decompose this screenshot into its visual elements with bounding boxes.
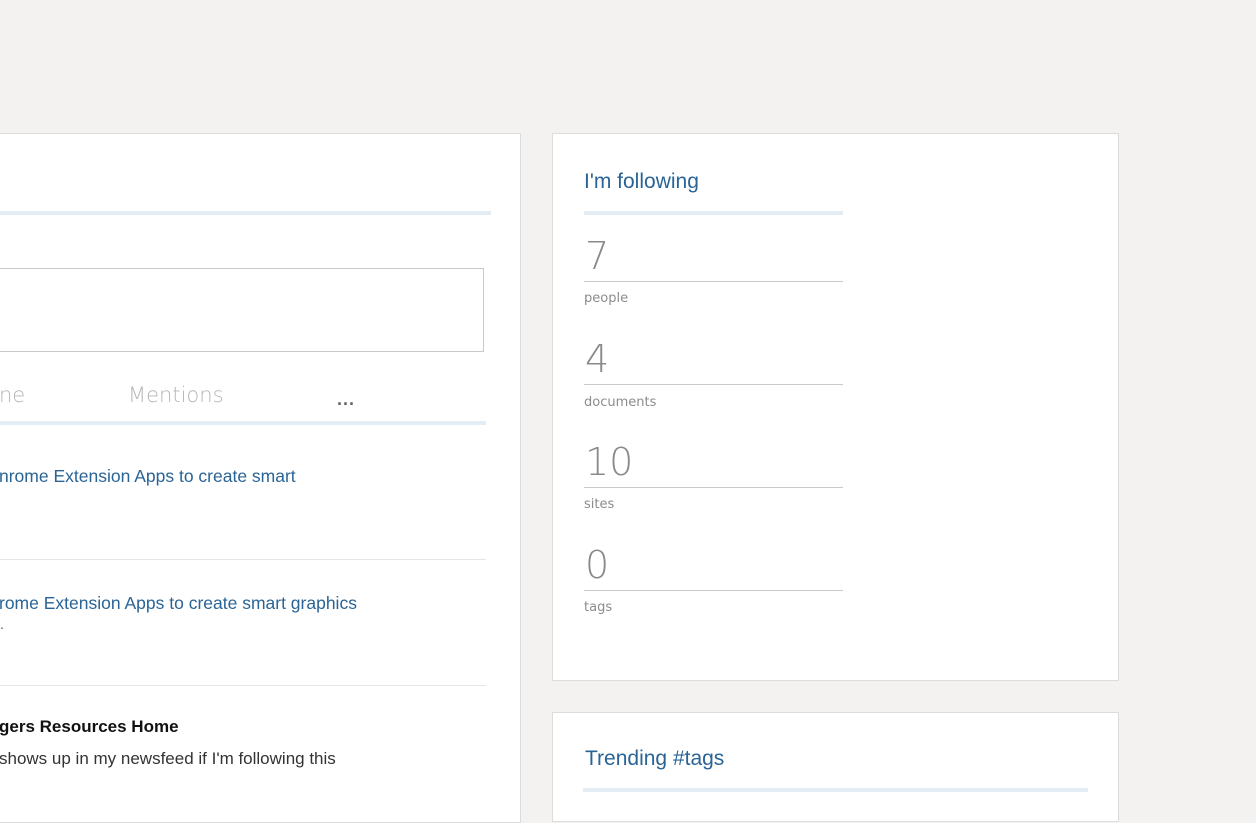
stat-count: 0 bbox=[585, 543, 610, 587]
stat-label: people bbox=[584, 291, 629, 306]
stat-divider bbox=[584, 384, 843, 385]
stat-divider bbox=[584, 590, 843, 591]
stat-count: 4 bbox=[585, 337, 610, 381]
post-link[interactable]: rome Extension Apps to create smart grap… bbox=[0, 593, 357, 614]
stat-count: 10 bbox=[585, 440, 634, 484]
tabs-rule bbox=[0, 421, 486, 425]
newsfeed-panel: ne Mentions ... nrome Extension Apps to … bbox=[0, 133, 521, 823]
post-text: shows up in my newsfeed if I'm following… bbox=[0, 749, 336, 768]
stat-label: tags bbox=[584, 600, 613, 615]
trending-title: Trending #tags bbox=[585, 747, 725, 770]
stat-count: 7 bbox=[585, 234, 610, 278]
newsfeed-title-rule bbox=[0, 211, 491, 215]
trending-tags-panel: Trending #tags bbox=[552, 712, 1119, 822]
post-meta: . bbox=[0, 616, 4, 632]
stat-divider bbox=[584, 487, 843, 488]
post-input[interactable] bbox=[0, 268, 484, 352]
stat-divider bbox=[584, 281, 843, 282]
more-tabs-button[interactable]: ... bbox=[337, 389, 355, 410]
stat-label: documents bbox=[584, 395, 657, 410]
tab-mentions[interactable]: Mentions bbox=[128, 383, 224, 407]
tab-me[interactable]: ne bbox=[0, 383, 25, 407]
post-divider bbox=[0, 559, 486, 560]
following-title-rule bbox=[584, 211, 843, 215]
post-link[interactable]: nrome Extension Apps to create smart bbox=[0, 466, 296, 487]
post-site-title[interactable]: gers Resources Home bbox=[0, 717, 179, 737]
following-title: I'm following bbox=[584, 170, 699, 193]
following-panel: I'm following 7 people 4 documents 10 si… bbox=[552, 133, 1119, 681]
stat-label: sites bbox=[584, 497, 615, 512]
trending-title-rule bbox=[583, 788, 1088, 792]
post-divider bbox=[0, 685, 486, 686]
